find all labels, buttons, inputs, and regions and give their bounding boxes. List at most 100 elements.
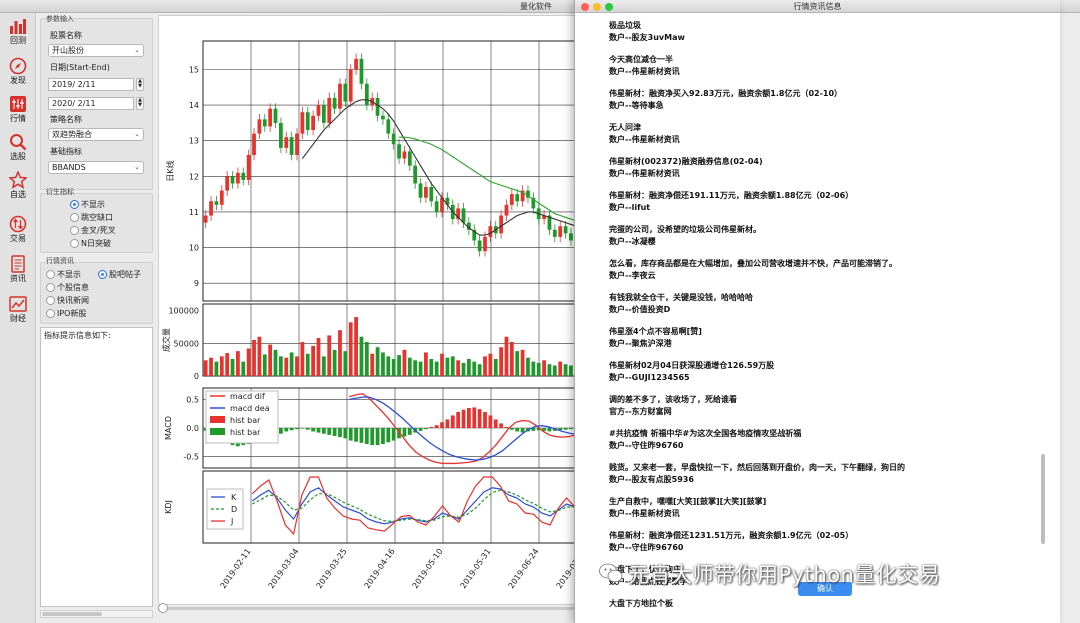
volume-bar: [268, 344, 273, 376]
market-option-stock-info[interactable]: 个股信息: [46, 282, 89, 293]
derived-option-cross[interactable]: 金叉/死叉: [70, 225, 116, 236]
volume-bar: [391, 358, 396, 376]
market-option-none[interactable]: 不显示: [46, 269, 81, 280]
candle-body: [262, 119, 267, 127]
volume-bar: [542, 360, 546, 376]
volume-bar: [558, 361, 563, 376]
news-item-title: 无人问津: [609, 123, 641, 132]
strategy-select-value: 双趋势融合: [52, 130, 92, 139]
macd-hist-bar: [547, 428, 552, 432]
bar-chart-icon: [10, 19, 26, 34]
volume-bar: [370, 353, 375, 376]
start-date-stepper[interactable]: ▲ ▼: [136, 78, 144, 91]
macd-hist-bar: [434, 425, 439, 428]
news-item-author: 数户--守住昨96760: [609, 543, 684, 552]
news-item[interactable]: 贱货。又来老一套，早盘快拉一下，然后回落到开盘价，肉一天，下午翻绿，狗日的 数户-…: [609, 462, 1029, 486]
market-option-posts[interactable]: 股吧帖子: [98, 269, 141, 280]
news-window: 行情资讯信息 极品垃圾 数户--股友3uvMaw 今天高位减仓一半 数户--伟星新材资…: [574, 0, 1060, 623]
side-toolbar: 回测 发现 行情 选股 自选 交易 资讯 财经: [0, 13, 36, 623]
news-item[interactable]: 怎么看，库存商品都是在大幅增加，叠加公司营收增速并不快，产品可能滞销了。 数户--…: [609, 258, 1029, 282]
toolbar-favorites[interactable]: 自选: [1, 169, 35, 205]
news-item[interactable]: 伟星新材02月04日获深股通增仓126.59万股 数户--GUJI1234565: [609, 360, 1029, 384]
scrollbar-thumb[interactable]: [1041, 454, 1045, 544]
volume-bar: [209, 357, 213, 376]
end-date-field[interactable]: 2020/ 2/11: [48, 97, 134, 110]
macd-hist-bar: [407, 428, 412, 435]
toolbar-discover[interactable]: 发现: [1, 55, 35, 91]
toolbar-label: 财经: [10, 314, 26, 323]
hint-horizontal-scrollbar[interactable]: [40, 610, 153, 618]
volume-bar: [225, 353, 230, 376]
news-item[interactable]: 极品垃圾 数户--股友3uvMaw: [609, 20, 1029, 44]
derived-option-none[interactable]: 不显示: [70, 199, 105, 210]
volume-bar: [547, 364, 552, 376]
news-item[interactable]: 伟星新材(002372)融资融券信息(02-04) 数户--伟星新材资讯: [609, 156, 1029, 180]
volume-bar: [563, 364, 568, 376]
news-list[interactable]: 极品垃圾 数户--股友3uvMaw 今天高位减仓一半 数户--伟星新材资讯 伟星新材：融…: [609, 20, 1029, 610]
news-scrollbar[interactable]: [1039, 14, 1047, 614]
volume-bar: [402, 349, 407, 376]
volume-bar: [483, 356, 487, 376]
market-option-flash-news[interactable]: 快讯新闻: [46, 295, 89, 306]
news-item[interactable]: 完蛋的公司，没希望的垃圾公司伟星新材。 数户--冰凝樱: [609, 224, 1029, 248]
stock-select[interactable]: 开山股份 ⌄: [48, 44, 144, 57]
indicator-hint-box[interactable]: 指标提示信息如下:: [40, 327, 153, 607]
document-icon: [11, 255, 25, 273]
candle-body: [375, 97, 380, 116]
toolbar-stock-pick[interactable]: 选股: [1, 131, 35, 167]
news-item-author: 数户--冰凝樱: [609, 237, 656, 246]
volume-bar: [450, 356, 455, 376]
news-item[interactable]: 伟星涨4个点不容易啊[赞] 数户--聚焦沪深港: [609, 326, 1029, 350]
news-item[interactable]: 生产自救中，嘿嘿[大笑][鼓掌][大笑][鼓掌] 数户--伟星新材资讯: [609, 496, 1029, 520]
maximize-button[interactable]: [605, 3, 613, 11]
candle-body: [327, 97, 332, 123]
news-item[interactable]: 伟星新材：融资净偿还191.11万元，融资余额1.88亿元（02-06） 数户--…: [609, 190, 1029, 214]
indicator-select[interactable]: BBANDS ⌄: [48, 161, 144, 174]
param-group-title: 参数输入: [46, 15, 74, 23]
toolbar-finance[interactable]: 财经: [1, 293, 35, 329]
legend-label: macd dif: [230, 392, 265, 401]
radio-label: 金叉/死叉: [81, 226, 116, 235]
volume-bar: [284, 357, 289, 376]
strategy-select[interactable]: 双趋势融合 ⌄: [48, 128, 144, 141]
macd-hist-bar: [472, 407, 477, 428]
toolbar-market[interactable]: 行情: [1, 93, 35, 129]
timeline-slider-handle[interactable]: [158, 603, 168, 613]
news-item[interactable]: 伟星新材：融资净买入92.83万元，融资余额1.8亿元（02-10） 数户--等待…: [609, 88, 1029, 112]
news-item[interactable]: 调的差不多了，该收场了，死给谁看 官方--东方财富网: [609, 394, 1029, 418]
start-date-field[interactable]: 2019/ 2/11: [48, 78, 134, 91]
timeline-slider[interactable]: [160, 607, 578, 610]
toolbar-backtest[interactable]: 回测: [1, 15, 35, 51]
macd-hist-bar: [300, 428, 305, 429]
volume-bar: [499, 347, 503, 376]
news-item-title: 有钱我就全仓干，关键是没钱，哈哈哈哈: [609, 293, 753, 302]
close-button[interactable]: [581, 3, 589, 11]
toolbar-news[interactable]: 资讯: [1, 253, 35, 289]
news-item[interactable]: 伟星新材：融资净偿还1231.51万元，融资余额1.9亿元（02-05） 数户--…: [609, 530, 1029, 554]
minimize-button[interactable]: [593, 3, 601, 11]
news-item[interactable]: 无人问津 数户--伟星新材资讯: [609, 122, 1029, 146]
scrollbar-thumb[interactable]: [42, 612, 102, 616]
date-label: 日期(Start-End): [50, 63, 110, 72]
market-option-ipo[interactable]: IPO新股: [46, 308, 86, 319]
derived-option-breakout[interactable]: N日突破: [70, 238, 111, 249]
news-item[interactable]: 有钱我就全仓干，关键是没钱，哈哈哈哈 数户--价值投资D: [609, 292, 1029, 316]
volume-bar: [300, 341, 305, 376]
macd-hist-bar: [493, 419, 498, 428]
news-item[interactable]: 今天高位减仓一半 数户--伟星新材资讯: [609, 54, 1029, 78]
panel-frame: [202, 470, 579, 544]
y-axis-label: MACD: [164, 416, 173, 440]
volume-bar: [407, 357, 412, 376]
toolbar-trade[interactable]: 交易: [1, 213, 35, 249]
y-tick-label: 11: [189, 208, 199, 217]
end-date-stepper[interactable]: ▲ ▼: [136, 97, 144, 110]
derived-option-gap[interactable]: 跳空缺口: [70, 212, 113, 223]
y-tick-label: 0.0: [186, 424, 199, 433]
star-icon: [9, 171, 27, 189]
candle-body: [429, 187, 434, 202]
news-item[interactable]: 大盘下方地拉个板数户--有数流入1: [609, 598, 1029, 610]
news-item[interactable]: #共抗疫情 祈福中华#为这次全国各地疫情攻坚战祈福 数户--守住昨96760: [609, 428, 1029, 452]
candle-body: [316, 105, 321, 116]
candle-body: [354, 58, 358, 70]
y-tick-label: -0.5: [183, 453, 199, 462]
